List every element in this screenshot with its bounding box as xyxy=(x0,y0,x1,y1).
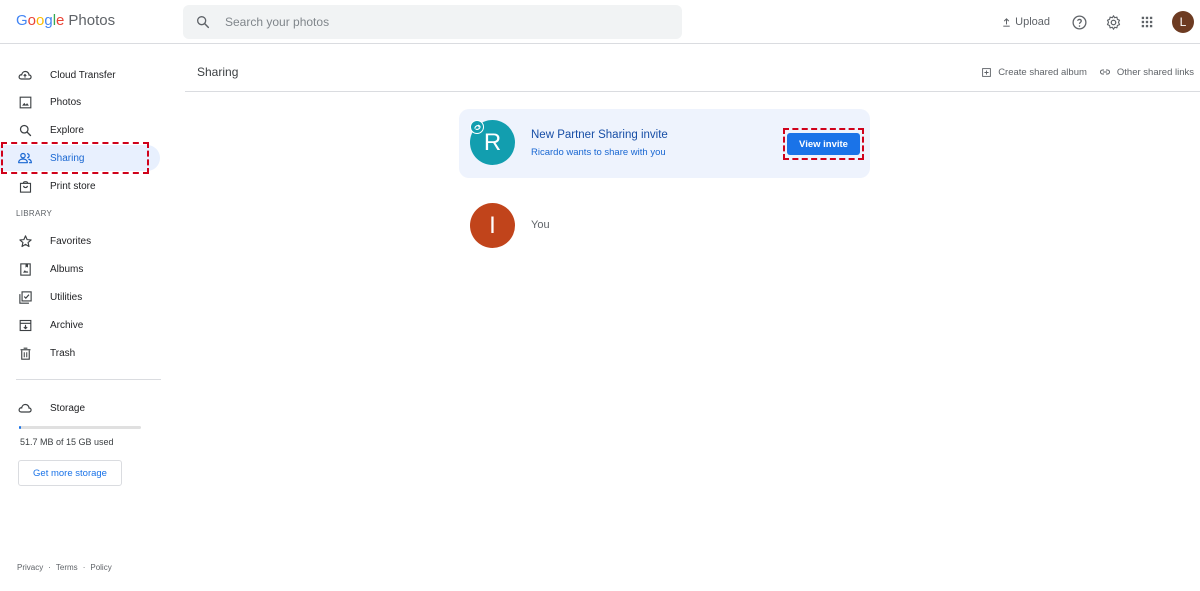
sidebar-item-cloud-transfer[interactable]: Cloud Transfer xyxy=(0,62,160,88)
other-shared-links-label: Other shared links xyxy=(1116,66,1194,78)
create-shared-album-button[interactable]: Create shared album xyxy=(981,67,1087,78)
main-content: Sharing Create shared album Other shared… xyxy=(185,44,1200,591)
storage-progress-bar xyxy=(19,426,141,429)
sidebar-item-favorites[interactable]: Favorites xyxy=(0,228,160,254)
search-input[interactable] xyxy=(225,15,645,29)
gear-icon[interactable] xyxy=(1104,13,1122,31)
get-more-storage-button[interactable]: Get more storage xyxy=(18,460,122,486)
checklist-icon xyxy=(17,289,33,305)
create-shared-album-label: Create shared album xyxy=(998,66,1087,78)
invite-subtitle: Ricardo wants to share with you xyxy=(531,147,666,158)
sidebar-item-label: Utilities xyxy=(50,291,83,303)
policy-link[interactable]: Policy xyxy=(90,563,111,572)
product-name: Photos xyxy=(68,12,116,29)
storage-progress-fill xyxy=(19,426,22,429)
top-app-bar: Google Photos Upload L xyxy=(0,0,1200,44)
help-icon[interactable] xyxy=(1070,13,1088,31)
google-wordmark: Google xyxy=(16,12,64,29)
add-box-icon xyxy=(982,67,992,77)
logo-letter: G xyxy=(16,12,28,29)
sidebar-item-label: Cloud Transfer xyxy=(50,69,116,81)
logo-letter: g xyxy=(44,12,53,29)
search-bar[interactable] xyxy=(183,5,682,39)
people-icon xyxy=(17,150,33,166)
footer-separator: · xyxy=(48,563,51,572)
you-avatar[interactable]: I xyxy=(470,203,515,248)
sidebar-item-label: Favorites xyxy=(50,235,92,247)
photo-icon xyxy=(17,94,33,110)
upload-button[interactable]: Upload xyxy=(1001,16,1050,28)
you-label[interactable]: You xyxy=(531,219,550,231)
sharing-header: Sharing Create shared album Other shared… xyxy=(185,44,1200,92)
library-section-label: LIBRARY xyxy=(16,209,53,218)
search-icon xyxy=(17,122,33,138)
logo-letter: e xyxy=(56,12,65,29)
logo-letter: o xyxy=(27,12,37,29)
other-shared-links-button[interactable]: Other shared links xyxy=(1099,66,1194,78)
footer-separator: · xyxy=(82,563,86,572)
apps-grid-icon[interactable] xyxy=(1138,13,1156,31)
sidebar-item-label: Trash xyxy=(50,347,76,359)
link-icon xyxy=(1099,69,1110,75)
search-icon[interactable] xyxy=(195,14,211,30)
sidebar-item-print-store[interactable]: Print store xyxy=(0,173,160,199)
sidebar-item-label: Archive xyxy=(50,319,84,331)
page-title: Sharing xyxy=(197,65,239,79)
sidebar-item-label: Albums xyxy=(50,263,84,275)
sidebar-item-label: Print store xyxy=(50,180,96,192)
star-icon xyxy=(17,233,33,249)
google-photos-logo[interactable]: Google Photos xyxy=(16,12,115,29)
sidebar-divider xyxy=(16,379,161,380)
trash-icon xyxy=(17,345,33,361)
sharing-actions: Create shared album Other shared links xyxy=(969,66,1194,78)
account-avatar[interactable]: L xyxy=(1172,11,1194,33)
terms-link[interactable]: Terms xyxy=(56,563,78,572)
sidebar: Cloud Transfer Photos Explore Sharing Pr… xyxy=(0,44,170,591)
sidebar-item-trash[interactable]: Trash xyxy=(0,340,160,366)
header-actions: Upload L xyxy=(1001,0,1200,44)
storage-used-text: 51.7 MB of 15 GB used xyxy=(20,437,114,447)
shopping-bag-icon xyxy=(17,178,33,194)
partner-sharing-badge-icon xyxy=(470,120,484,134)
sidebar-item-storage[interactable]: Storage xyxy=(0,395,160,421)
sidebar-item-sharing[interactable]: Sharing xyxy=(0,145,160,171)
upload-icon xyxy=(1003,17,1010,27)
album-icon xyxy=(17,261,33,277)
footer-links: Privacy · Terms · Policy xyxy=(17,563,112,572)
sidebar-item-label: Sharing xyxy=(50,152,85,164)
partner-invite-card[interactable]: R New Partner Sharing invite Ricardo wan… xyxy=(459,109,870,178)
privacy-link[interactable]: Privacy xyxy=(17,563,43,572)
sidebar-item-explore[interactable]: Explore xyxy=(0,117,160,143)
sidebar-item-archive[interactable]: Archive xyxy=(0,312,160,338)
cloud-icon xyxy=(17,400,33,416)
sidebar-item-label: Storage xyxy=(50,402,86,414)
sidebar-item-photos[interactable]: Photos xyxy=(0,89,160,115)
sidebar-item-utilities[interactable]: Utilities xyxy=(0,284,160,310)
sidebar-item-albums[interactable]: Albums xyxy=(0,256,160,282)
view-invite-button[interactable]: View invite xyxy=(787,133,860,155)
sidebar-item-label: Photos xyxy=(50,96,82,108)
invite-title: New Partner Sharing invite xyxy=(531,129,668,141)
cloud-upload-icon xyxy=(17,67,33,83)
upload-label: Upload xyxy=(1015,16,1050,28)
sidebar-item-label: Explore xyxy=(50,124,84,136)
archive-icon xyxy=(17,317,33,333)
